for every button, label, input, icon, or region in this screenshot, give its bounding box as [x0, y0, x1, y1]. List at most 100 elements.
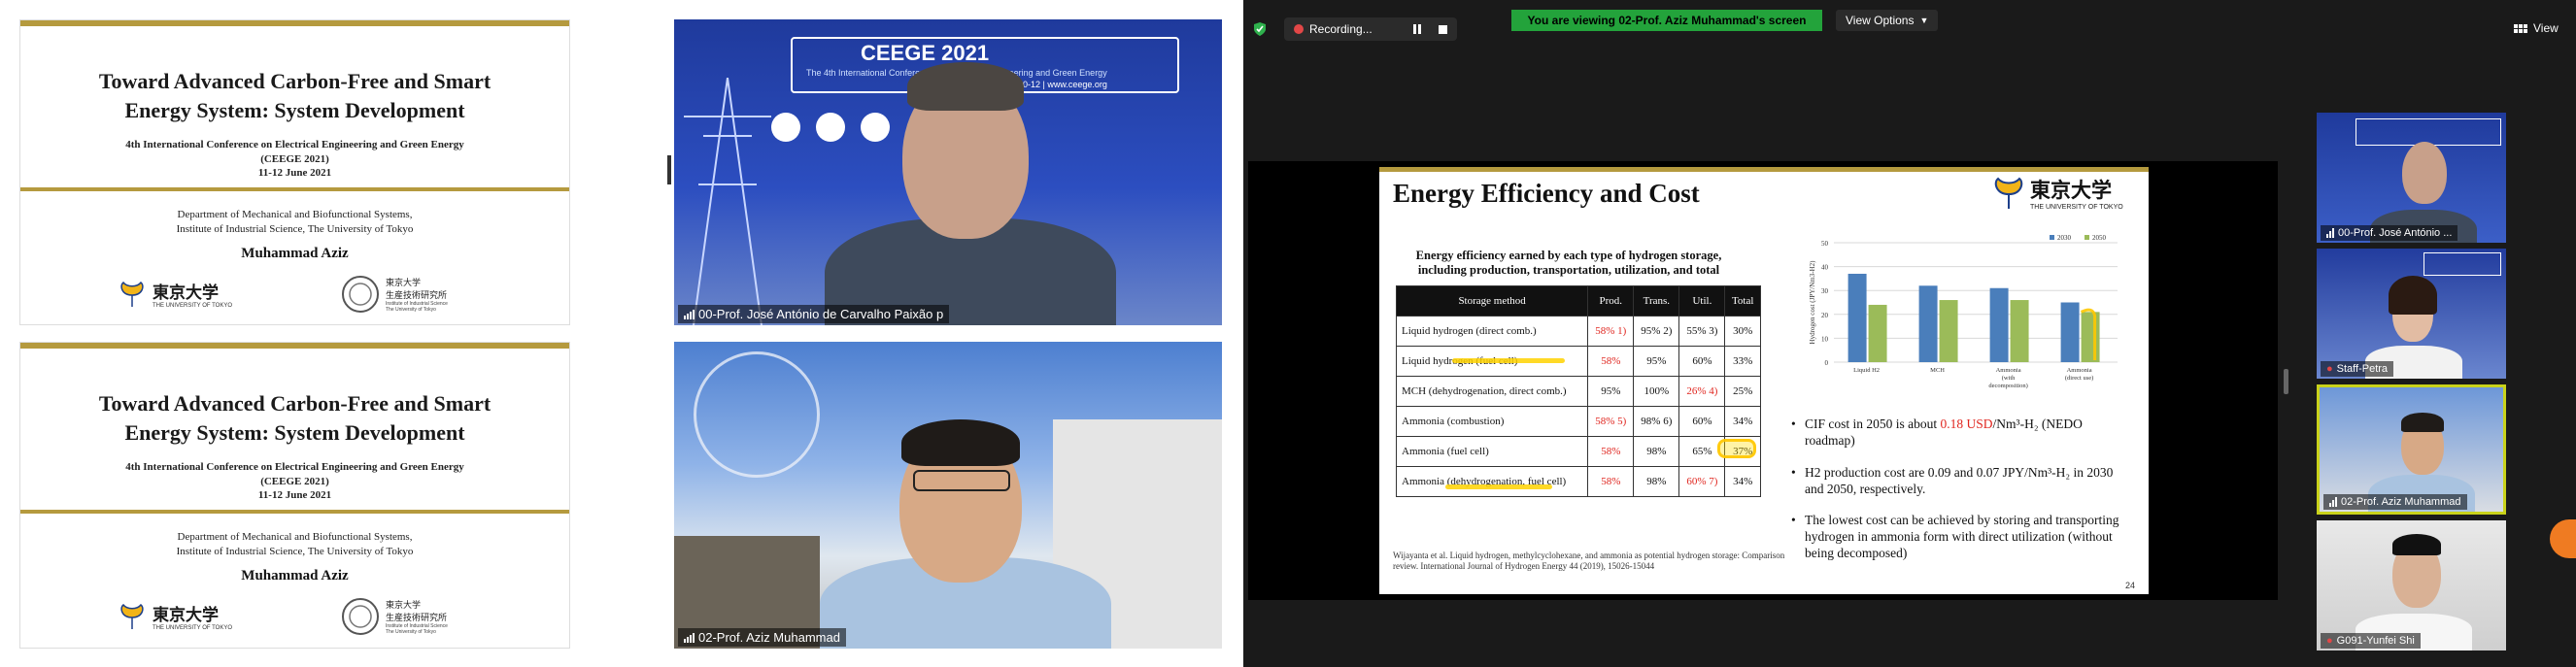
table-cell: Ammonia (fuel cell)	[1395, 436, 1589, 467]
table-header-cell: Prod.	[1587, 285, 1635, 317]
participant-tile-2[interactable]: 02-Prof. Aziz Muhammad	[2317, 384, 2506, 515]
left-top-camera[interactable]: CEEGE 2021 The 4th International Confere…	[674, 19, 1222, 325]
iis-seal-icon	[342, 598, 379, 635]
slide-title-line2: Energy System: System Development	[124, 98, 465, 122]
iis-seal-icon	[342, 276, 379, 313]
sponsor-logos	[771, 113, 890, 142]
signal-icon	[684, 632, 695, 643]
ginkgo-icon	[120, 603, 144, 629]
legend-label: 2030	[2057, 234, 2072, 242]
conference-banner	[2423, 252, 2501, 276]
table-header-cell: Util.	[1678, 285, 1726, 317]
y-tick-label: 30	[1821, 287, 1829, 295]
logo-text: 東京大学	[2030, 179, 2112, 202]
slide-divider	[20, 187, 569, 191]
slide-dept-line2: Institute of Industrial Science, The Uni…	[176, 223, 414, 235]
x-tick-label: Ammonia (with decomposition)	[1988, 367, 2027, 389]
highlight-mark	[1717, 439, 1756, 458]
encryption-shield-icon[interactable]	[1253, 21, 1267, 37]
table-cell: 33%	[1724, 346, 1761, 377]
table-cell: 60%	[1678, 346, 1726, 377]
bullet-cif-cost: CIF cost in 2050 is about 0.18 USD/Nm³-H…	[1791, 416, 2125, 449]
legend-label: 2050	[2092, 234, 2107, 242]
x-tick-label: Ammonia (direct use)	[2065, 367, 2093, 382]
recording-label: Recording...	[1309, 22, 1373, 36]
table-cell: 34%	[1724, 466, 1761, 497]
pause-icon[interactable]	[1412, 24, 1421, 34]
stop-icon[interactable]	[1438, 24, 1447, 34]
view-toggle-button[interactable]: View	[2514, 21, 2559, 35]
viewing-banner: You are viewing 02-Prof. Aziz Muhammad's…	[1511, 10, 1822, 31]
bar-2050	[1939, 300, 1958, 362]
ginkgo-icon	[1994, 177, 2023, 209]
signal-icon	[2329, 497, 2337, 507]
legend-swatch	[2085, 235, 2089, 240]
slide-reference: Wijayanta et al. Liquid hydrogen, methyl…	[1393, 550, 1785, 571]
table-cell: 58% 1)	[1587, 316, 1635, 347]
iis-sub: Institute of Industrial Science The Univ…	[386, 301, 448, 313]
table-cell: 60%	[1678, 406, 1726, 437]
logo-sub: THE UNIVERSITY OF TOKYO	[153, 625, 233, 631]
table-cell: Liquid hydrogen (direct comb.)	[1395, 316, 1589, 347]
legend-swatch	[2050, 235, 2054, 240]
left-bottom-slide: Toward Advanced Carbon-Free and Smart En…	[19, 342, 570, 649]
iis-logo: 東京大学 生産技術研究所 Institute of Industrial Sci…	[341, 275, 448, 314]
view-options-button[interactable]: View Options ▼	[1836, 10, 1939, 31]
logo-sub: THE UNIVERSITY OF TOKYO	[2030, 204, 2123, 211]
table-header-cell: Storage method	[1395, 285, 1589, 317]
person-hair	[901, 419, 1020, 466]
slide-acronym: (CEEGE 2021)	[260, 153, 329, 165]
signal-icon	[684, 309, 695, 319]
hydrogen-cost-chart: 01020304050Hydrogen cost (JPY/Nm3-H2)Liq…	[1809, 234, 2118, 389]
slide-dates: 11-12 June 2021	[257, 489, 332, 501]
participant-tile-3[interactable]: ● G091-Yunfei Shi	[2317, 520, 2506, 650]
slide-dates: 11-12 June 2021	[257, 167, 332, 179]
table-cell: 95%	[1633, 346, 1680, 377]
bar-2050	[2010, 300, 2029, 362]
table-cell: 100%	[1633, 376, 1680, 407]
record-dot-icon	[1294, 24, 1304, 34]
left-top-slide: Toward Advanced Carbon-Free and Smart En…	[19, 19, 570, 325]
x-tick-label: Liquid H2	[1853, 367, 1880, 374]
table-cell: MCH (dehydrogenation, direct comb.)	[1395, 376, 1589, 407]
iis-sub: Institute of Industrial Science The Univ…	[386, 623, 448, 635]
slide-top-bar	[20, 20, 569, 26]
slide-acronym: (CEEGE 2021)	[260, 476, 329, 487]
iis-logo: 東京大学 生産技術研究所 Institute of Industrial Sci…	[341, 597, 448, 636]
logo-text: 東京大学	[153, 283, 219, 302]
sponsor-logo-icon	[861, 113, 890, 142]
slide-dept-line2: Institute of Industrial Science, The Uni…	[176, 546, 414, 557]
recording-indicator[interactable]: Recording...	[1284, 17, 1457, 41]
table-cell: 58% 5)	[1587, 406, 1635, 437]
participant-tile-0[interactable]: 00-Prof. José António ...	[2317, 113, 2506, 243]
participant-name-label: 02-Prof. Aziz Muhammad	[678, 628, 846, 647]
utokyo-logo: 東京大学 THE UNIVERSITY OF TOKYO	[118, 601, 232, 631]
x-tick-label: MCH	[1930, 367, 1945, 374]
highlight-mark	[1452, 358, 1565, 363]
slide-title-line1: Toward Advanced Carbon-Free and Smart	[98, 391, 491, 416]
slide-title-line2: Energy System: System Development	[124, 420, 465, 445]
sponsor-logo-icon	[816, 113, 845, 142]
table-cell: 58%	[1587, 436, 1635, 467]
ginkgo-icon	[120, 281, 144, 307]
table-cell: Ammonia (dehydrogenation, fuel cell)	[1395, 466, 1589, 497]
participant-tile-1[interactable]: ● Staff-Petra	[2317, 249, 2506, 379]
table-cell: 26% 4)	[1678, 376, 1726, 407]
university-seal-icon	[694, 351, 820, 478]
table-cell: 95%	[1587, 376, 1635, 407]
mic-muted-icon: ●	[2326, 635, 2333, 647]
bar-2030	[1847, 273, 1867, 362]
participant-name-label: ● G091-Yunfei Shi	[2321, 633, 2421, 649]
slide-top-bar	[1379, 167, 2149, 172]
table-cell: 58%	[1587, 466, 1635, 497]
participant-name-label: 00-Prof. José António ...	[2321, 225, 2458, 241]
bar-2050	[1868, 304, 1887, 362]
left-bottom-camera[interactable]: 02-Prof. Aziz Muhammad	[674, 342, 1222, 649]
panel-resize-handle[interactable]	[2284, 369, 2288, 394]
splitter-handle[interactable]	[667, 155, 671, 184]
y-axis-label: Hydrogen cost (JPY/Nm3-H2)	[1809, 260, 1816, 345]
slide-subtitle: Energy efficiency earned by each type of…	[1415, 249, 1722, 277]
pylon-icon	[684, 78, 771, 325]
bullet-h2-cost: H2 production cost are 0.09 and 0.07 JPY…	[1791, 464, 2125, 497]
logo-text: 東京大学	[153, 606, 219, 624]
